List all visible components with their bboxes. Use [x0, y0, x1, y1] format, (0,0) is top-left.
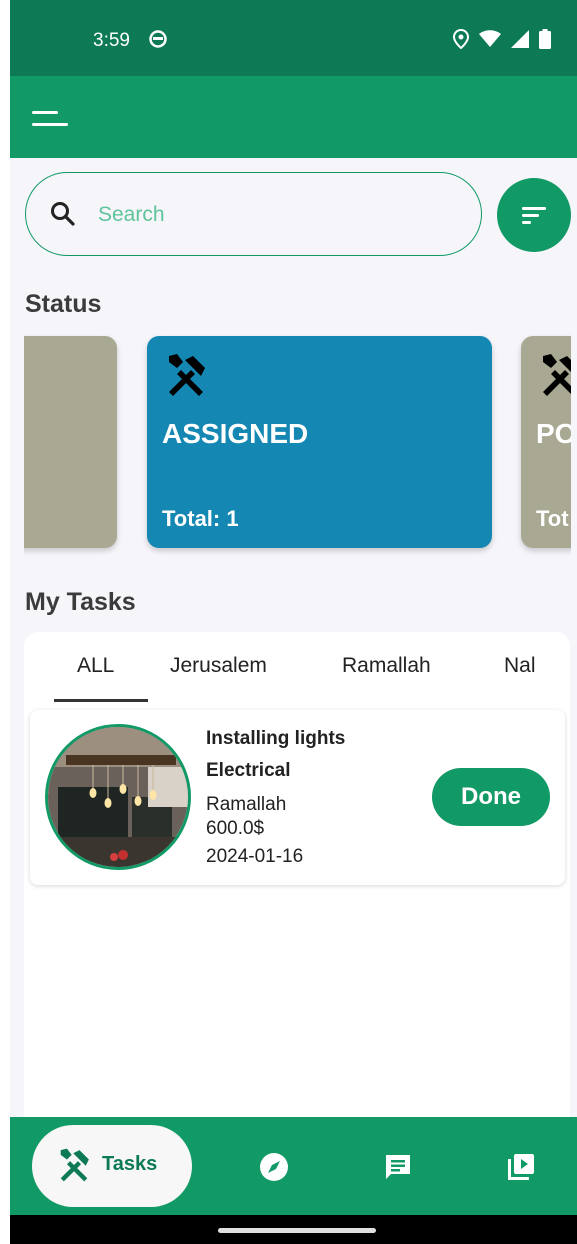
nav-explore[interactable]	[254, 1147, 294, 1187]
status-card-title: PO	[536, 418, 571, 449]
menu-button[interactable]	[28, 98, 74, 138]
gesture-bar	[10, 1215, 577, 1244]
done-button[interactable]: Done	[432, 768, 550, 826]
tools-icon	[163, 352, 209, 403]
tab-all[interactable]: ALL	[77, 654, 114, 678]
status-card-total: Tot	[536, 506, 569, 531]
status-card-next[interactable]: PO Tot	[521, 336, 571, 548]
task-card[interactable]: Installing lights Electrical Ramallah 60…	[30, 710, 565, 885]
status-icons	[452, 28, 551, 54]
system-status-bar: 3:59	[10, 0, 577, 76]
search-input[interactable]	[96, 193, 460, 237]
tools-icon	[537, 352, 571, 403]
city-tabs: ALL Jerusalem Ramallah Nal	[24, 632, 570, 706]
nav-tasks-label: Tasks	[102, 1153, 158, 1175]
nav-videos[interactable]	[501, 1147, 541, 1187]
notification-app-icon	[148, 29, 168, 54]
task-date: 2024-01-16	[206, 846, 304, 867]
status-card-title: ASSIGNED	[162, 418, 309, 449]
app-screen: 3:59 Search Status ASSIGNED Total: 1 PO …	[10, 0, 577, 1244]
task-category: Electrical	[206, 760, 291, 781]
status-heading: Status	[25, 290, 102, 318]
task-name: Installing lights	[206, 728, 346, 749]
status-cards-carousel[interactable]: ASSIGNED Total: 1 PO Tot	[24, 334, 571, 556]
signal-icon	[511, 30, 529, 53]
menu-icon	[32, 111, 68, 126]
wifi-icon	[479, 30, 501, 53]
nav-tasks[interactable]: Tasks	[32, 1125, 192, 1207]
task-image	[45, 724, 191, 870]
message-icon	[386, 1155, 410, 1179]
tab-nablus[interactable]: Nal	[504, 654, 536, 678]
status-card-assigned[interactable]: ASSIGNED Total: 1	[147, 336, 492, 548]
task-city: Ramallah	[206, 794, 287, 815]
nav-messages[interactable]	[378, 1147, 418, 1187]
home-gesture-pill[interactable]	[218, 1228, 376, 1233]
video-library-icon	[508, 1154, 534, 1180]
location-icon	[452, 28, 470, 54]
tab-indicator	[54, 699, 148, 702]
tab-ramallah[interactable]: Ramallah	[342, 654, 431, 678]
status-card-total: Total: 1	[162, 506, 239, 531]
sort-icon	[522, 207, 546, 224]
tab-jerusalem[interactable]: Jerusalem	[170, 654, 267, 678]
task-price: 600.0$	[206, 818, 265, 839]
status-time: 3:59	[93, 30, 130, 51]
bottom-navigation: Tasks	[10, 1117, 577, 1215]
status-card-prev[interactable]	[24, 336, 117, 548]
search-icon	[50, 201, 76, 232]
tools-icon	[56, 1147, 92, 1188]
my-tasks-heading: My Tasks	[25, 588, 136, 616]
search-bar[interactable]	[25, 172, 482, 256]
tasks-panel: ALL Jerusalem Ramallah Nal Installing li…	[24, 632, 570, 1152]
app-bar	[10, 76, 577, 158]
compass-icon	[260, 1153, 288, 1181]
battery-icon	[539, 29, 551, 54]
filter-button[interactable]	[497, 178, 571, 252]
